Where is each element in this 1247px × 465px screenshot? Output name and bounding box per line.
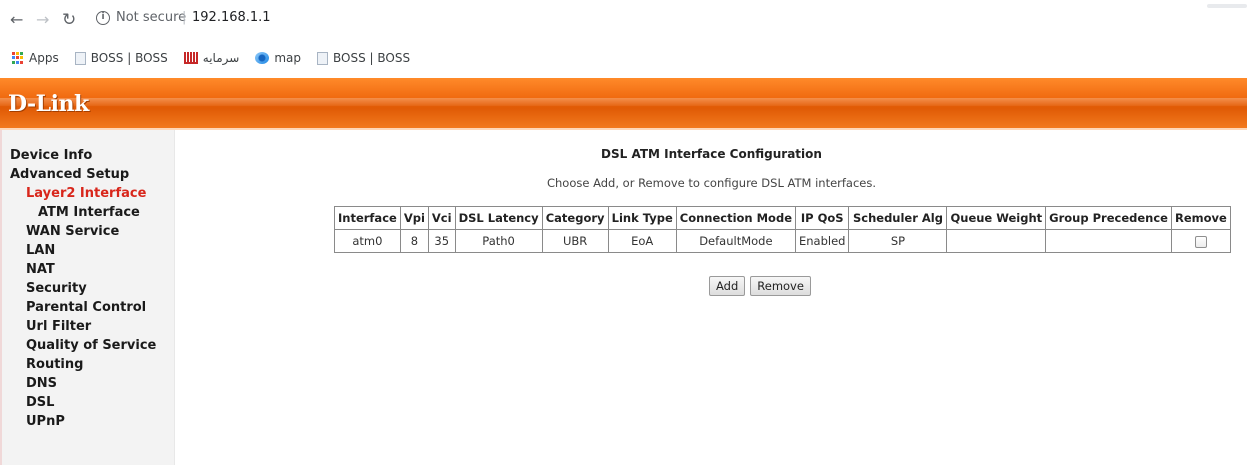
column-header: Group Precedence: [1045, 206, 1172, 230]
sidebar-item-nat[interactable]: NAT: [0, 260, 174, 279]
column-header: Connection Mode: [675, 206, 797, 230]
info-icon: i: [96, 10, 110, 25]
sidebar-item-wan-service[interactable]: WAN Service: [0, 222, 174, 241]
table-row: atm0 8 35 Path0 UBR EoA DefaultMode Enab…: [334, 229, 1231, 253]
forward-arrow-icon[interactable]: →: [36, 12, 49, 28]
sidebar-item-parental-control[interactable]: Parental Control: [0, 298, 174, 317]
page-subtitle: Choose Add, or Remove to configure DSL A…: [546, 176, 877, 190]
bookmark-map[interactable]: map: [255, 51, 301, 65]
cell-scheduler-alg: SP: [848, 229, 948, 253]
bookmarks-bar: Apps BOSS | BOSS سرمایه map BOSS | BOSS: [0, 46, 422, 70]
column-header: Link Type: [607, 206, 677, 230]
cell-connection-mode: DefaultMode: [675, 229, 797, 253]
column-header: Interface: [334, 206, 401, 230]
bookmark-label: BOSS | BOSS: [90, 51, 168, 65]
books-icon: [183, 52, 198, 64]
bookmark-boss-2[interactable]: BOSS | BOSS: [317, 51, 410, 65]
bookmark-boss-1[interactable]: BOSS | BOSS: [74, 51, 168, 65]
cell-interface: atm0: [334, 229, 401, 253]
bookmark-sarmaye[interactable]: سرمایه: [183, 51, 240, 65]
column-header: Vci: [427, 206, 456, 230]
action-buttons: Add Remove: [709, 276, 811, 296]
cell-group-precedence: [1045, 229, 1172, 253]
bookmark-apps[interactable]: Apps: [0, 51, 59, 65]
sidebar-item-dsl[interactable]: DSL: [0, 393, 174, 412]
map-icon: [255, 52, 270, 64]
sidebar-edge: [0, 130, 2, 465]
atm-interface-table: Interface Vpi Vci DSL Latency Category L…: [334, 206, 1231, 253]
sidebar-item-device-info[interactable]: Device Info: [0, 146, 174, 165]
sidebar-item-routing[interactable]: Routing: [0, 355, 174, 374]
sidebar-item-atm-interface[interactable]: ATM Interface: [0, 203, 174, 222]
bookmark-label: Apps: [29, 51, 59, 65]
header-highlight-band: [0, 98, 1247, 106]
bookmark-label: سرمایه: [202, 51, 240, 65]
cell-vci: 35: [427, 229, 456, 253]
sidebar-item-url-filter[interactable]: Url Filter: [0, 317, 174, 336]
url-text[interactable]: 192.168.1.1: [192, 10, 271, 25]
reload-icon[interactable]: ↻: [62, 12, 76, 29]
cell-ip-qos: Enabled: [794, 229, 850, 253]
column-header: Queue Weight: [946, 206, 1047, 230]
column-header: Scheduler Alg: [848, 206, 948, 230]
router-header-banner: D-Link: [0, 78, 1247, 128]
browser-address-bar: ← → ↻ i Not secure | 192.168.1.1: [0, 0, 1247, 40]
table-header-row: Interface Vpi Vci DSL Latency Category L…: [334, 206, 1231, 230]
bookmark-label: BOSS | BOSS: [333, 51, 411, 65]
cell-remove: [1170, 229, 1231, 253]
tab-strip-edge: [1207, 4, 1247, 8]
bookmark-label: map: [274, 51, 301, 65]
sidebar-item-upnp[interactable]: UPnP: [0, 412, 174, 431]
url-separator: |: [182, 10, 187, 25]
cell-vpi: 8: [399, 229, 429, 253]
sidebar-item-security[interactable]: Security: [0, 279, 174, 298]
remove-checkbox[interactable]: [1194, 235, 1207, 248]
cell-queue-weight: [946, 229, 1047, 253]
back-arrow-icon[interactable]: ←: [10, 12, 23, 28]
dlink-logo: D-Link: [8, 91, 89, 117]
security-label: Not secure: [116, 10, 187, 25]
column-header: DSL Latency: [454, 206, 543, 230]
add-button[interactable]: Add: [709, 276, 746, 296]
page-icon: [317, 51, 328, 65]
cell-dsl-latency: Path0: [454, 229, 543, 253]
sidebar-item-lan[interactable]: LAN: [0, 241, 174, 260]
page-icon: [74, 51, 86, 65]
sidebar-item-layer2-interface[interactable]: Layer2 Interface: [0, 184, 174, 203]
page-title: DSL ATM Interface Configuration: [601, 147, 822, 161]
sidebar-item-quality-of-service[interactable]: Quality of Service: [0, 336, 174, 355]
apps-grid-icon: [12, 52, 24, 64]
column-header: Vpi: [399, 206, 429, 230]
column-header: Category: [541, 206, 609, 230]
sidebar-item-dns[interactable]: DNS: [0, 374, 174, 393]
cell-category: UBR: [541, 229, 609, 253]
remove-button[interactable]: Remove: [750, 276, 811, 296]
column-header: IP QoS: [794, 206, 850, 230]
main-content: DSL ATM Interface Configuration Choose A…: [176, 130, 1247, 465]
sidebar-item-advanced-setup[interactable]: Advanced Setup: [0, 165, 174, 184]
sidebar-menu: Device Info Advanced Setup Layer2 Interf…: [0, 130, 175, 465]
column-header: Remove: [1170, 206, 1231, 230]
cell-link-type: EoA: [607, 229, 677, 253]
site-security-indicator[interactable]: i Not secure: [96, 10, 186, 25]
